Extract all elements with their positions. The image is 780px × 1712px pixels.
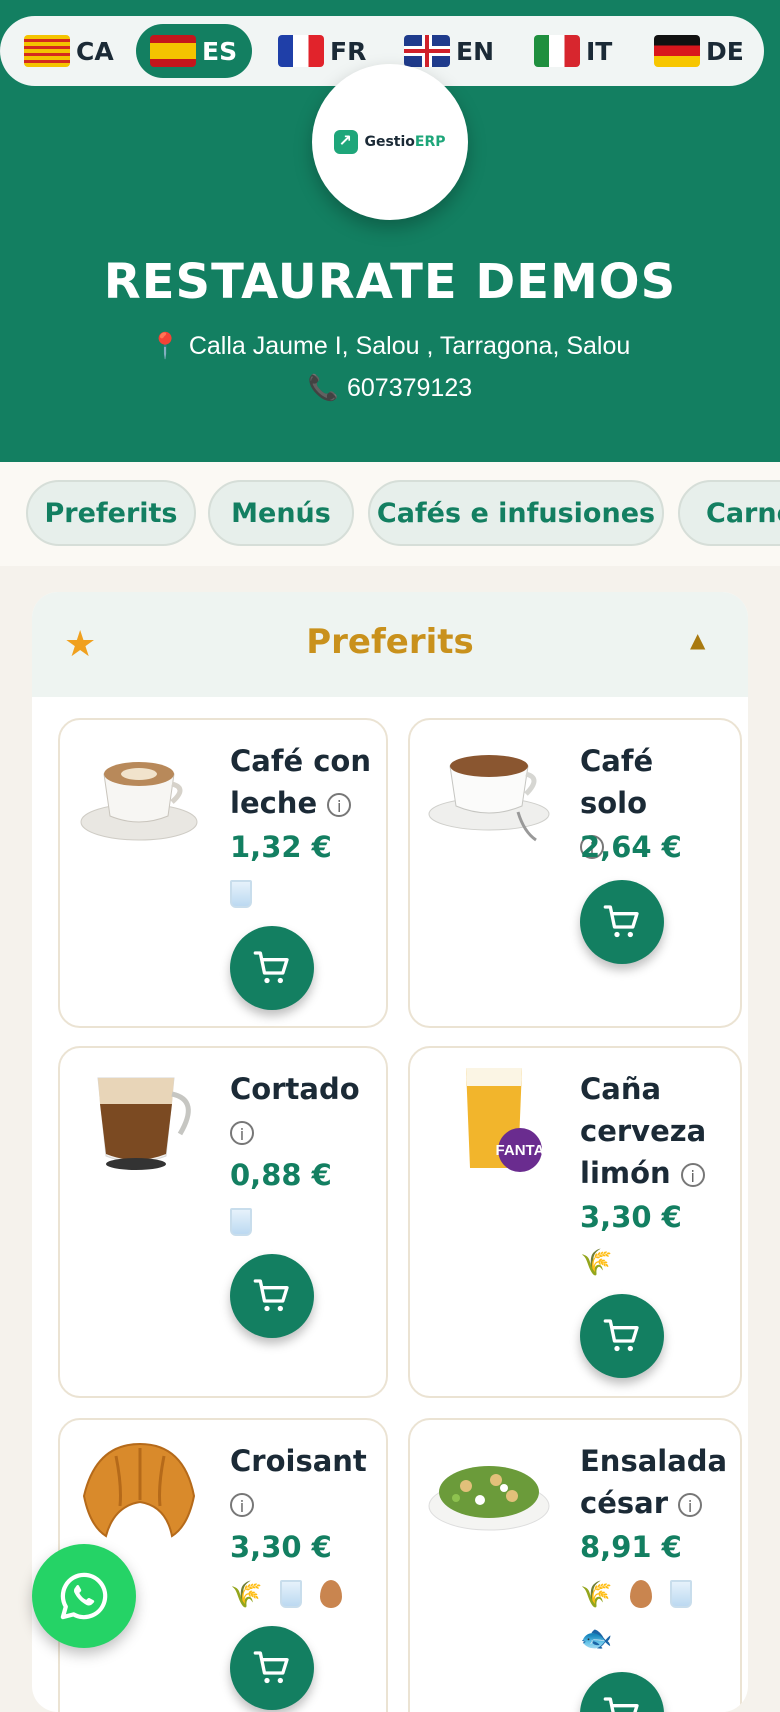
coffee-with-milk-image <box>80 762 198 841</box>
restaurant-header: CA ES FR EN IT DE GestioERP RESTAURATE D… <box>0 0 780 462</box>
product-name[interactable]: Caña cerveza limón i <box>580 1068 730 1194</box>
lang-code: CA <box>76 36 114 66</box>
lang-code: FR <box>330 36 367 66</box>
restaurant-phone[interactable]: 📞 607379123 <box>0 374 780 403</box>
lang-code: IT <box>586 36 613 66</box>
logo-text: GestioERP <box>364 134 446 150</box>
product-card: Café con leche i 1,32 € <box>58 718 388 1028</box>
lang-code: DE <box>706 36 744 66</box>
allergen-list: 🌾 🐟 <box>580 1580 730 1654</box>
product-card: FANTA Caña cerveza limón i 3,30 € 🌾 <box>408 1046 742 1398</box>
germany-flag-icon <box>654 35 700 67</box>
allergen-list <box>230 880 252 908</box>
milk-icon <box>230 1208 252 1236</box>
fish-icon: 🐟 <box>580 1624 613 1654</box>
restaurant-address: 📍 Calla Jaume I, Salou , Tarragona, Salou <box>149 332 631 360</box>
section-header[interactable]: ★ Preferits ▲ <box>32 592 748 697</box>
info-icon[interactable]: i <box>678 1493 703 1517</box>
product-price: 3,30 € <box>230 1530 332 1564</box>
phone-icon: 📞 <box>307 374 339 402</box>
product-card: Cortado i 0,88 € <box>58 1046 388 1398</box>
product-name[interactable]: Ensalada césar i <box>580 1440 730 1524</box>
product-name[interactable]: Croisant i <box>230 1440 380 1524</box>
espresso-image <box>428 755 550 842</box>
lang-es-button[interactable]: ES <box>136 24 252 78</box>
gluten-icon: 🌾 <box>230 1580 263 1610</box>
tab-carnes[interactable]: Carnes <box>678 480 780 546</box>
whatsapp-button[interactable] <box>32 1544 136 1648</box>
cart-icon <box>603 1697 639 1712</box>
product-price: 0,88 € <box>230 1158 332 1192</box>
spain-flag-icon <box>150 35 196 67</box>
beer-lemon-image: FANTA <box>466 1068 545 1172</box>
lang-it-button[interactable]: IT <box>520 24 626 78</box>
allergen-list <box>230 1208 252 1236</box>
collapse-caret-icon[interactable]: ▲ <box>690 628 705 652</box>
cart-icon <box>253 951 289 984</box>
info-icon[interactable]: i <box>230 1121 254 1145</box>
allergen-list: 🌾 <box>230 1580 343 1610</box>
cart-icon <box>253 1279 289 1312</box>
caesar-salad-image <box>428 1466 550 1531</box>
add-to-cart-button[interactable] <box>580 1672 664 1712</box>
milk-icon <box>670 1580 693 1608</box>
gluten-icon: 🌾 <box>580 1248 613 1278</box>
product-price: 3,30 € <box>580 1200 682 1234</box>
egg-icon <box>630 1580 653 1608</box>
product-card: Ensalada césar i 8,91 € 🌾 🐟 <box>408 1418 742 1712</box>
info-icon[interactable]: i <box>680 1163 705 1187</box>
restaurant-logo: GestioERP <box>312 64 468 220</box>
restaurant-name: RESTAURATE DEMOS <box>103 254 677 310</box>
trend-up-icon <box>334 130 359 154</box>
egg-icon <box>320 1580 343 1608</box>
product-card: Café solo i 2,64 € <box>408 718 742 1028</box>
add-to-cart-button[interactable] <box>230 926 314 1010</box>
cart-icon <box>253 1651 289 1684</box>
lang-de-button[interactable]: DE <box>640 24 758 78</box>
cart-icon <box>603 905 639 938</box>
italy-flag-icon <box>534 35 580 67</box>
category-tabs: Preferits Menús Cafés e infusiones Carne… <box>0 462 780 566</box>
product-name[interactable]: Cortado i <box>230 1068 380 1152</box>
lang-code: EN <box>456 36 495 66</box>
cart-icon <box>603 1319 639 1352</box>
cortado-image <box>97 1077 191 1170</box>
svg-text:FANTA: FANTA <box>496 1142 545 1159</box>
france-flag-icon <box>278 35 324 67</box>
croissant-image <box>82 1442 196 1538</box>
location-pin-icon: 📍 <box>149 332 181 360</box>
milk-icon <box>280 1580 303 1608</box>
product-name[interactable]: Café con leche i <box>230 740 380 824</box>
tab-menus[interactable]: Menús <box>208 480 354 546</box>
tab-preferits[interactable]: Preferits <box>26 480 196 546</box>
add-to-cart-button[interactable] <box>230 1254 314 1338</box>
milk-icon <box>230 880 252 908</box>
product-price: 1,32 € <box>230 830 332 864</box>
add-to-cart-button[interactable] <box>580 880 664 964</box>
lang-code: ES <box>202 36 238 66</box>
uk-flag-icon <box>404 35 450 67</box>
info-icon[interactable]: i <box>230 1493 254 1517</box>
product-price: 8,91 € <box>580 1530 682 1564</box>
gluten-icon: 🌾 <box>580 1580 613 1610</box>
section-title: Preferits <box>306 622 474 662</box>
preferits-section: ★ Preferits ▲ Café con leche i 1,32 € Ca… <box>32 592 748 1712</box>
catalonia-flag-icon <box>24 35 70 67</box>
allergen-list: 🌾 <box>580 1248 612 1278</box>
tab-cafes[interactable]: Cafés e infusiones <box>368 480 664 546</box>
lang-ca-button[interactable]: CA <box>10 24 128 78</box>
whatsapp-icon <box>60 1572 108 1620</box>
product-price: 2,64 € <box>580 830 682 864</box>
add-to-cart-button[interactable] <box>230 1626 314 1710</box>
add-to-cart-button[interactable] <box>580 1294 664 1378</box>
info-icon[interactable]: i <box>327 793 352 817</box>
